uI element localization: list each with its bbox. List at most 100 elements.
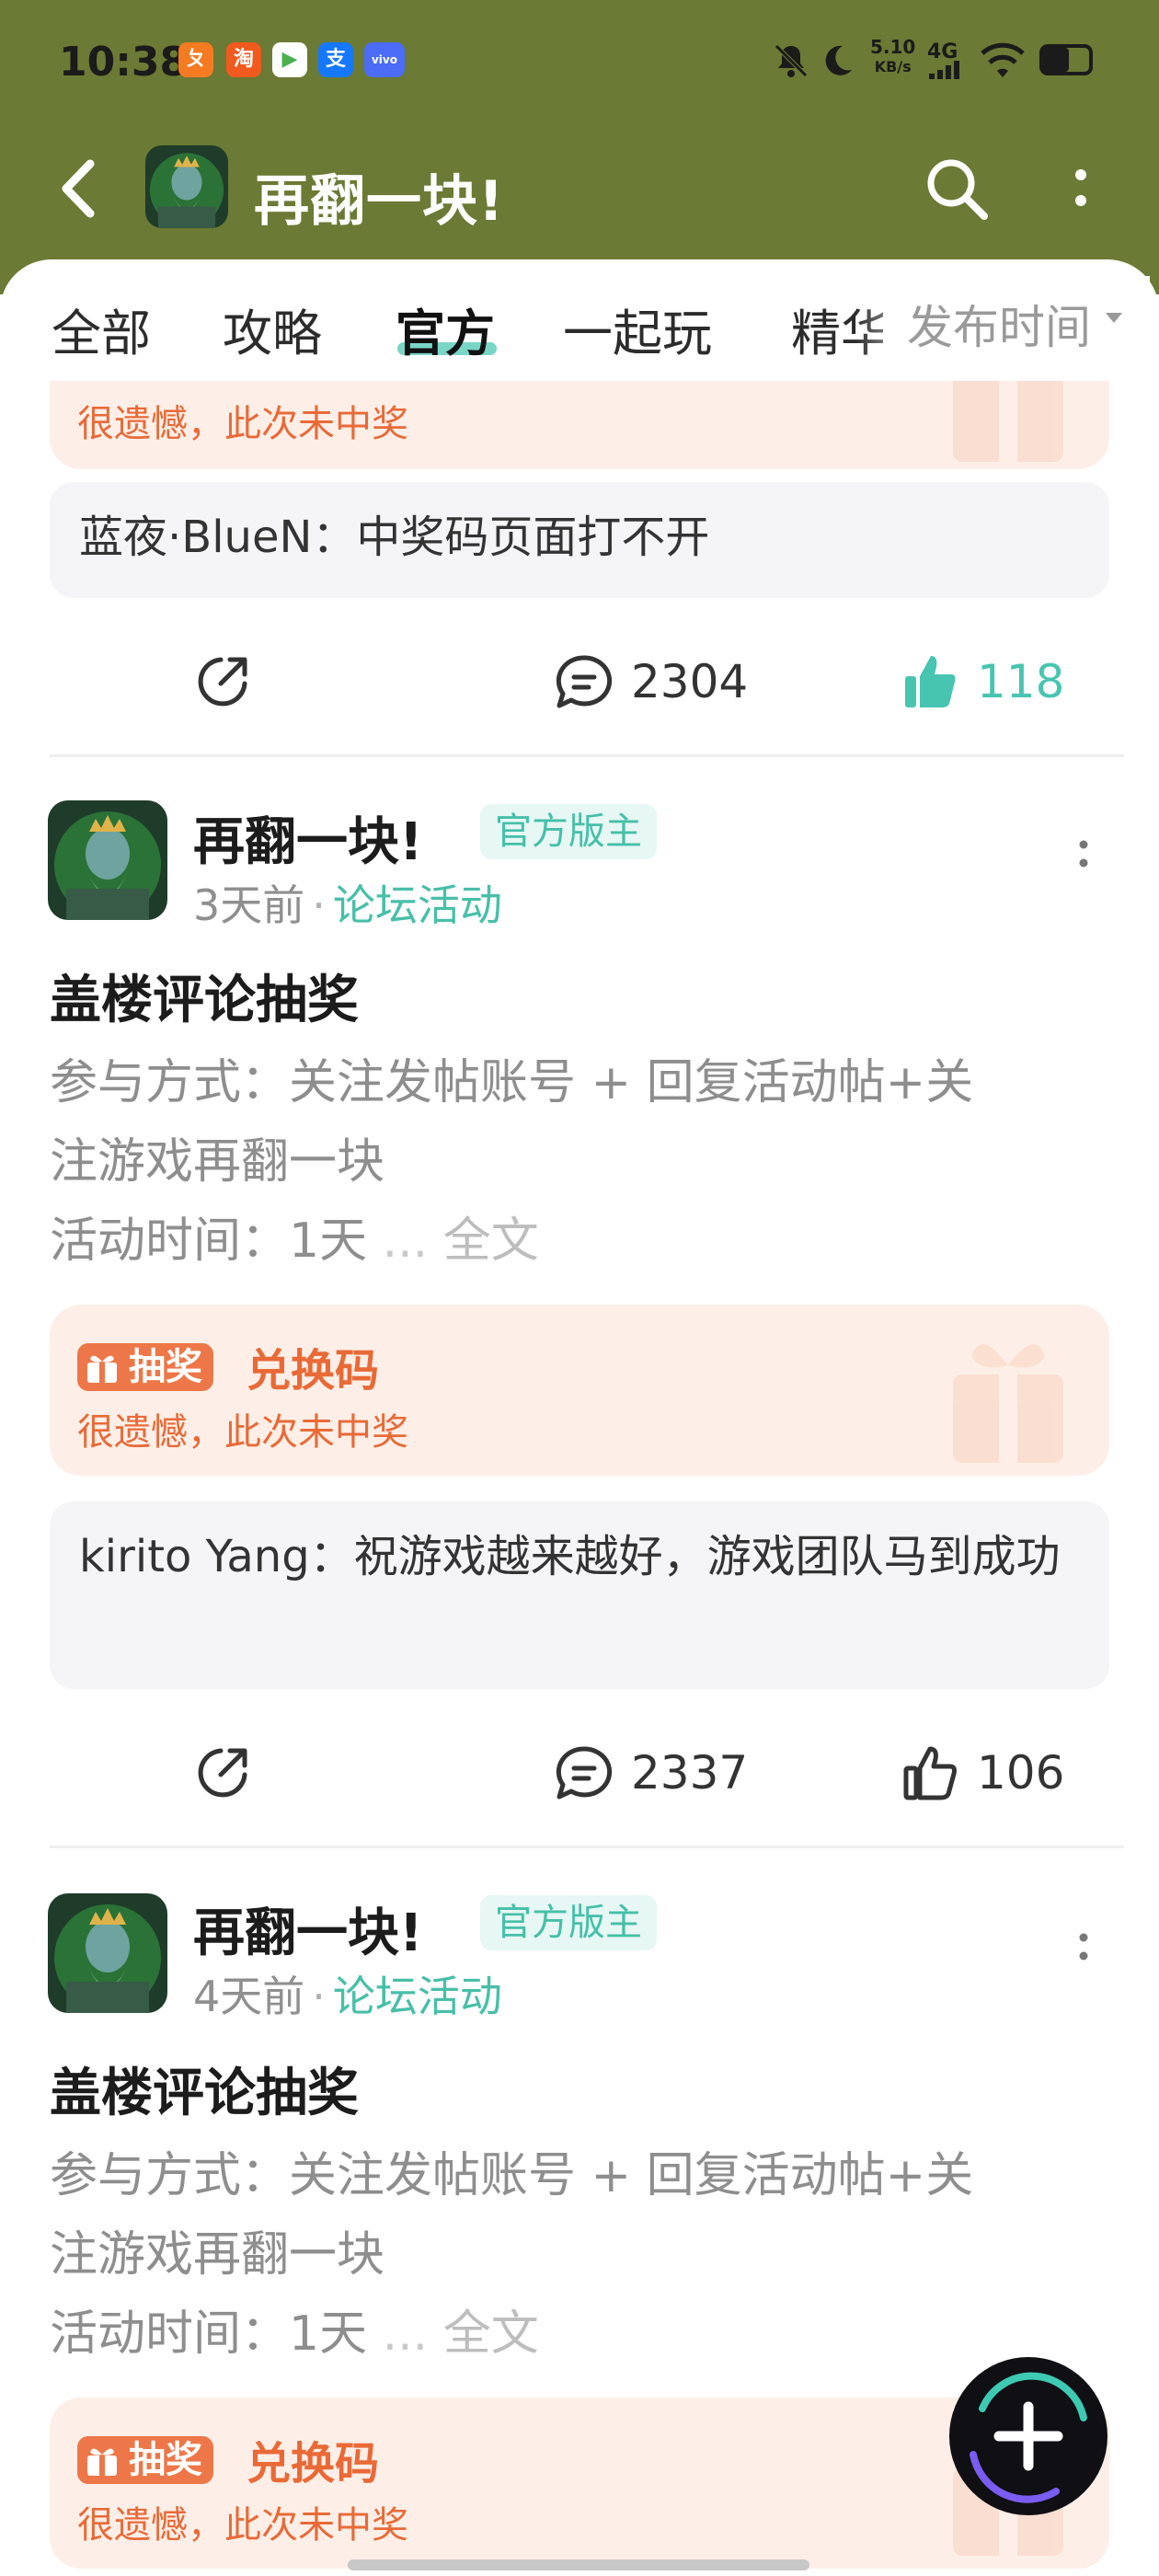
- top-comment[interactable]: 蓝夜·BlueN：中奖码页面打不开: [50, 482, 1109, 598]
- more-vertical-icon: [1075, 169, 1086, 206]
- more-options-button[interactable]: [1058, 156, 1104, 221]
- post-excerpt-line: 参与方式：关注发帖账号 + 回复活动帖+关: [50, 2148, 974, 2203]
- battery-level: [1043, 48, 1069, 72]
- more-vertical-icon: [1079, 1933, 1088, 1961]
- game-logo-icon: [145, 145, 228, 228]
- full-text-link[interactable]: 全文: [443, 2306, 539, 2362]
- post-category[interactable]: 论坛活动: [333, 880, 502, 930]
- do-not-disturb-moon-icon: [825, 45, 852, 75]
- lottery-badge-label: 抽奖: [129, 2439, 202, 2481]
- more-vertical-icon: [1079, 840, 1088, 868]
- post-more-button[interactable]: [1065, 1919, 1102, 1974]
- gift-watermark-icon: [953, 381, 1063, 462]
- like-count: 106: [977, 1746, 1065, 1800]
- share-icon: [198, 657, 247, 707]
- thumbs-up-icon: [903, 1746, 957, 1800]
- sort-dropdown[interactable]: 发布时间: [907, 291, 1091, 357]
- post-actions: 2304 118: [0, 640, 1159, 723]
- thumbs-up-filled-icon: [905, 656, 956, 707]
- author-avatar[interactable]: [48, 800, 167, 920]
- comment-button[interactable]: 2337: [554, 1741, 748, 1805]
- official-moderator-badge: 官方版主: [480, 1895, 657, 1950]
- lottery-title: 兑换码: [247, 1345, 380, 1397]
- caret-down-icon: [1106, 313, 1122, 323]
- page-title: 再翻一块!: [254, 169, 505, 234]
- author-avatar[interactable]: [48, 1893, 167, 2013]
- status-time: 10:38: [59, 39, 189, 86]
- top-comment[interactable]: kirito Yang：祝游戏越来越好，游戏团队马到成功: [50, 1501, 1109, 1689]
- lottery-badge-label: 抽奖: [129, 1346, 202, 1388]
- like-count: 118: [977, 655, 1065, 708]
- signal-icon: [929, 61, 959, 79]
- post-meta: 4天前 · 论坛活动: [193, 1972, 502, 2021]
- tab-guides[interactable]: 攻略: [223, 293, 322, 365]
- lottery-status: 很遗憾，此次未中奖: [77, 2504, 408, 2547]
- taobao-notification-icon: 淘: [226, 42, 261, 77]
- lottery-badge: 抽奖: [77, 2436, 213, 2484]
- app-notification-icon: ㄆ: [178, 42, 213, 77]
- post-excerpt-line: 参与方式：关注发帖账号 + 回复活动帖+关: [50, 1055, 974, 1110]
- tab-all[interactable]: 全部: [52, 293, 151, 365]
- post-time: 4天前: [193, 1972, 305, 2021]
- plus-icon: [949, 2357, 1107, 2515]
- post-title[interactable]: 盖楼评论抽奖: [50, 2052, 359, 2126]
- post-divider: [50, 754, 1124, 757]
- share-icon: [198, 1748, 247, 1798]
- post-more-button[interactable]: [1065, 826, 1102, 881]
- post-title[interactable]: 盖楼评论抽奖: [50, 959, 359, 1033]
- post-meta: 3天前 · 论坛活动: [193, 880, 502, 930]
- gift-icon: [87, 1355, 117, 1383]
- post-feed: 很遗憾，此次未中奖 蓝夜·BlueN：中奖码页面打不开 2304 118 再翻一…: [0, 381, 1159, 2576]
- share-button[interactable]: [193, 650, 252, 714]
- tab-play-together[interactable]: 一起玩: [563, 293, 712, 365]
- share-button[interactable]: [193, 1741, 252, 1805]
- comment-count: 2304: [631, 655, 749, 708]
- comment-button[interactable]: 2304: [554, 650, 748, 714]
- post-excerpt-line: 注游戏再翻一块: [50, 1134, 385, 1190]
- network-speed: 5.10: [870, 36, 916, 58]
- lottery-badge: 抽奖: [77, 1343, 213, 1391]
- post-excerpt-line: 注游戏再翻一块: [50, 2227, 385, 2283]
- post-excerpt[interactable]: 参与方式：关注发帖账号 + 回复活动帖+关 注游戏再翻一块 活动时间：1天 ..…: [50, 2136, 1107, 2374]
- lottery-card[interactable]: 很遗憾，此次未中奖: [50, 381, 1109, 469]
- alipay-notification-icon: 支: [318, 42, 353, 77]
- comment-icon: [556, 655, 613, 708]
- mute-icon: [775, 44, 808, 77]
- chevron-left-icon: [62, 159, 95, 218]
- author-name[interactable]: 再翻一块!: [193, 1892, 423, 1966]
- status-bar: 10:38 ㄆ 淘 ▶ 支 vivo 5.10 KB/s 4G: [0, 0, 1159, 124]
- like-button[interactable]: 106: [901, 1741, 1064, 1805]
- lottery-status: 很遗憾，此次未中奖: [77, 1411, 408, 1454]
- comment-icon: [556, 1746, 613, 1800]
- ellipsis: ...: [382, 2306, 429, 2362]
- post-actions: 2337 106: [0, 1731, 1159, 1814]
- wifi-icon: [981, 42, 1025, 77]
- network-speed-unit: KB/s: [874, 58, 912, 75]
- back-button[interactable]: [48, 147, 112, 230]
- game-avatar[interactable]: [145, 145, 228, 228]
- post-excerpt-line: 活动时间：1天: [50, 1213, 368, 1269]
- author-name[interactable]: 再翻一块!: [193, 800, 423, 875]
- vivo-notification-icon: vivo: [364, 42, 405, 77]
- comment-count: 2337: [631, 1746, 749, 1800]
- gift-icon: [87, 2448, 117, 2476]
- tab-official[interactable]: 官方: [396, 293, 495, 365]
- game-logo-icon: [48, 1893, 167, 2013]
- ellipsis: ...: [382, 1213, 429, 1269]
- search-button[interactable]: [920, 152, 993, 225]
- post-excerpt[interactable]: 参与方式：关注发帖账号 + 回复活动帖+关 注游戏再翻一块 活动时间：1天 ..…: [50, 1043, 1107, 1281]
- home-indicator[interactable]: [348, 2559, 809, 2570]
- gift-watermark-icon: [953, 1344, 1063, 1463]
- post-excerpt-line: 活动时间：1天: [50, 2306, 368, 2362]
- video-notification-icon: ▶: [272, 42, 307, 77]
- lottery-title: 兑换码: [247, 2438, 380, 2490]
- game-logo-icon: [48, 800, 167, 920]
- lottery-card[interactable]: 抽奖 兑换码 很遗憾，此次未中奖: [50, 1305, 1109, 1476]
- post-category[interactable]: 论坛活动: [333, 1972, 502, 2021]
- new-post-button[interactable]: [946, 2353, 1111, 2519]
- official-moderator-badge: 官方版主: [480, 804, 657, 859]
- full-text-link[interactable]: 全文: [443, 1213, 539, 1269]
- post-divider: [50, 1846, 1124, 1848]
- lottery-status: 很遗憾，此次未中奖: [77, 403, 408, 445]
- like-button[interactable]: 118: [901, 650, 1064, 714]
